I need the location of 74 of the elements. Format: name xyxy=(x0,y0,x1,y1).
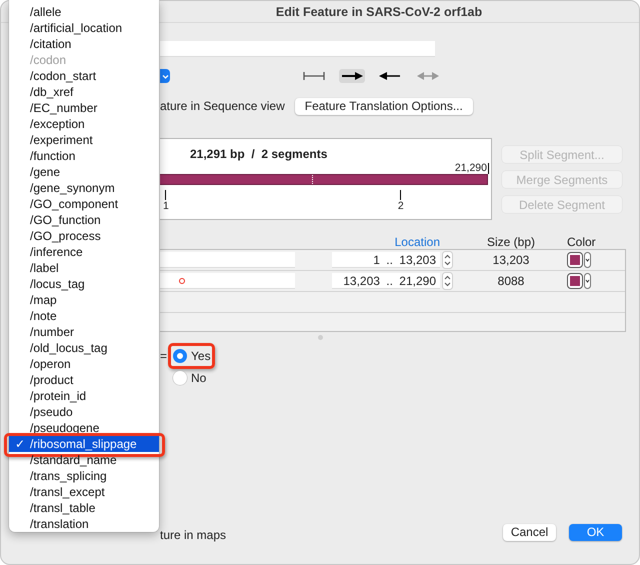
translation-options-button[interactable]: Feature Translation Options... xyxy=(294,98,473,114)
equals-sign: = xyxy=(160,349,168,363)
color-dropdown[interactable] xyxy=(584,273,591,289)
location-field[interactable]: 13,203 .. 21,290 xyxy=(332,273,440,289)
menu-item[interactable]: /gene xyxy=(9,164,159,180)
direction-button[interactable] xyxy=(377,69,403,83)
size-cell-text: 13,203 xyxy=(492,253,530,267)
segment-number: 1 xyxy=(163,201,169,212)
radio-option[interactable]: No xyxy=(173,371,206,385)
menu-item[interactable]: /EC_number xyxy=(9,100,159,116)
menu-item[interactable]: /inference xyxy=(9,244,159,260)
splitter-handle[interactable] xyxy=(318,335,323,340)
menu-item[interactable]: /note xyxy=(9,308,159,324)
menu-item[interactable]: /map xyxy=(9,292,159,308)
right-arrow-icon xyxy=(341,70,363,82)
menu-item[interactable]: /citation xyxy=(9,36,159,52)
ok-button[interactable]: OK xyxy=(569,524,622,540)
direction-button[interactable] xyxy=(301,69,327,83)
menu-item[interactable]: /allele xyxy=(9,4,159,20)
cancel-button[interactable]: Cancel xyxy=(503,524,556,540)
segment-name-field[interactable] xyxy=(160,252,295,268)
menu-item[interactable]: /label xyxy=(9,260,159,276)
menu-item[interactable]: /GO_component xyxy=(9,196,159,212)
menu-item[interactable]: /locus_tag xyxy=(9,276,159,292)
menu-item[interactable]: /protein_id xyxy=(9,388,159,404)
menu-item[interactable]: /transl_except xyxy=(9,484,159,500)
menu-item[interactable]: /exception xyxy=(9,116,159,132)
segment-name-field[interactable] xyxy=(160,273,295,289)
stepper[interactable] xyxy=(442,272,453,290)
column-header[interactable]: Size (bp) xyxy=(486,235,536,249)
location-field[interactable]: 1 .. 13,203 xyxy=(332,252,440,268)
chevron-icon xyxy=(162,74,168,78)
radio-button[interactable] xyxy=(173,371,187,385)
type-dropdown[interactable] xyxy=(160,69,170,83)
menu-item[interactable]: /transl_table xyxy=(9,500,159,516)
menu-item[interactable]: /trans_splicing xyxy=(9,468,159,484)
checkmark: ✓ xyxy=(15,436,25,452)
radio-option[interactable]: Yes xyxy=(173,349,211,363)
segment-summary: 21,291 bp / 2 segments xyxy=(190,147,328,161)
no-direction-icon xyxy=(303,70,325,82)
stepper[interactable] xyxy=(442,251,453,269)
direction-button[interactable] xyxy=(339,69,365,83)
menu-item[interactable]: /artificial_location xyxy=(9,20,159,36)
radio-button[interactable] xyxy=(173,349,187,363)
color-well[interactable] xyxy=(567,252,583,268)
menu-item[interactable]: /GO_process xyxy=(9,228,159,244)
menu-item[interactable]: /codon_start xyxy=(9,68,159,84)
double-arrow-icon xyxy=(417,70,439,82)
column-header[interactable]: Location xyxy=(394,235,440,249)
column-header[interactable]: Color xyxy=(567,235,593,249)
menu-item[interactable]: /standard_name xyxy=(9,452,159,468)
name-field[interactable] xyxy=(160,41,435,57)
menu-item[interactable]: /product xyxy=(9,372,159,388)
end-position-label: 21,290 xyxy=(454,163,487,174)
left-arrow-icon xyxy=(379,70,401,82)
menu-item[interactable]: /db_xref xyxy=(9,84,159,100)
segment-number: 2 xyxy=(398,201,404,212)
menu-item[interactable]: /gene_synonym xyxy=(9,180,159,196)
size-cell-text: 8088 xyxy=(496,274,526,288)
menu-item[interactable]: /translation xyxy=(9,516,159,532)
menu-item[interactable]: /pseudogene xyxy=(9,420,159,436)
menu-item[interactable]: /function xyxy=(9,148,159,164)
menu-item[interactable]: /GO_function xyxy=(9,212,159,228)
menu-item[interactable]: /pseudo xyxy=(9,404,159,420)
menu-item[interactable]: /old_locus_tag xyxy=(9,340,159,356)
menu-item[interactable]: /operon xyxy=(9,356,159,372)
menu-item[interactable]: /number xyxy=(9,324,159,340)
window-title: Edit Feature in SARS-CoV-2 orf1ab xyxy=(276,4,482,18)
menu-item[interactable]: ✓ /ribosomal_slippage xyxy=(9,436,159,452)
menu-item[interactable]: /experiment xyxy=(9,132,159,148)
checkbox-label: ture in maps xyxy=(160,528,226,542)
color-well[interactable] xyxy=(567,273,583,289)
checkbox-label: ature in Sequence view xyxy=(160,99,285,113)
color-dropdown[interactable] xyxy=(584,252,591,268)
